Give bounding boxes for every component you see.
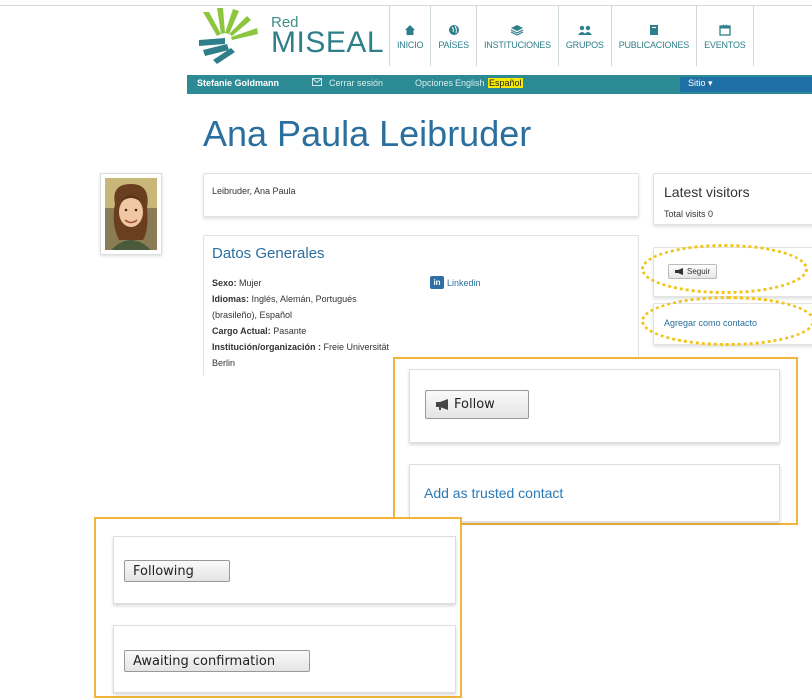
- follow-card: Follow: [409, 369, 780, 443]
- total-visits: Total visits 0: [664, 209, 714, 219]
- linkedin-label: Linkedin: [447, 277, 481, 288]
- lang-spanish-link[interactable]: Español: [488, 78, 523, 88]
- fullname-line: Leibruder, Ana Paula: [212, 186, 296, 196]
- general-data-title: Datos Generales: [212, 245, 325, 262]
- fullname-card: Leibruder, Ana Paula: [203, 173, 639, 217]
- visitors-title: Latest visitors: [664, 184, 750, 200]
- position-value: Pasante: [273, 326, 307, 336]
- profile-name-title: Ana Paula Leibruder: [203, 113, 532, 154]
- globe-icon: [446, 23, 462, 37]
- group-icon: [577, 23, 593, 37]
- logout-link[interactable]: Cerrar sesión: [329, 78, 383, 88]
- linkedin-link[interactable]: in Linkedin: [430, 276, 481, 289]
- languages-value-cont: (brasileño), Español: [212, 310, 293, 320]
- languages-value: Inglés, Alemán, Portugués: [251, 294, 357, 304]
- site-menu-dropdown[interactable]: Sitio ▾: [680, 77, 812, 92]
- nav-label: INSTITUCIONES: [483, 39, 551, 50]
- mail-icon[interactable]: [312, 78, 322, 88]
- follow-label: Follow: [454, 397, 495, 412]
- nav-publicaciones[interactable]: PUBLICACIONES: [610, 6, 696, 66]
- sex-value: Mujer: [239, 278, 262, 288]
- sex-label: Sexo:: [212, 278, 237, 288]
- add-contact-highlight: [641, 296, 812, 346]
- nav-label: INICIO: [397, 39, 424, 50]
- site-menu-label: Sitio ▾: [688, 78, 713, 88]
- visitors-card: Latest visitors Total visits 0: [653, 173, 812, 225]
- following-card: Following: [113, 536, 456, 604]
- institution-row: Institución/organización : Freie Univers…: [212, 342, 389, 352]
- main-nav: INICIO PAÍSES INSTITUCIONES GRUPOS PUBLI…: [389, 6, 754, 66]
- awaiting-card: Awaiting confirmation: [113, 625, 456, 693]
- red-miseal-logo[interactable]: Red MISEAL: [195, 6, 385, 66]
- home-icon: [402, 23, 418, 37]
- options-link[interactable]: Opciones: [415, 78, 453, 88]
- linkedin-icon: in: [430, 276, 444, 289]
- add-trusted-contact-link[interactable]: Add as trusted contact: [424, 485, 563, 501]
- follow-states-overlay: Following Awaiting confirmation: [94, 517, 462, 698]
- nav-inicio[interactable]: INICIO: [389, 6, 430, 66]
- nav-instituciones[interactable]: INSTITUCIONES: [475, 6, 558, 66]
- nav-label: PAÍSES: [438, 39, 469, 50]
- institution-value-cont: Berlin: [212, 358, 236, 368]
- general-data-card: Datos Generales Sexo: Mujer Idiomas: Ing…: [203, 235, 639, 376]
- lang-english-link[interactable]: English: [455, 78, 485, 88]
- languages-row: Idiomas: Inglés, Alemán, Portugués: [212, 294, 357, 304]
- profile-photo: [105, 178, 157, 250]
- position-row: Cargo Actual: Pasante: [212, 326, 306, 336]
- megaphone-icon: [436, 399, 450, 410]
- username-link[interactable]: Stefanie Goldmann: [197, 78, 279, 88]
- nav-label: EVENTOS: [704, 39, 746, 50]
- sex-row: Sexo: Mujer: [212, 278, 262, 288]
- english-buttons-overlay: Follow Add as trusted contact: [393, 357, 798, 525]
- follow-button[interactable]: Follow: [425, 390, 529, 419]
- nav-paises[interactable]: PAÍSES: [430, 6, 476, 66]
- awaiting-confirmation-button[interactable]: Awaiting confirmation: [124, 650, 310, 672]
- layers-icon: [509, 23, 525, 37]
- nav-grupos[interactable]: GRUPOS: [557, 6, 611, 66]
- position-label: Cargo Actual:: [212, 326, 271, 336]
- following-label: Following: [133, 563, 194, 579]
- avatar: [100, 173, 162, 255]
- nav-label: GRUPOS: [565, 39, 604, 50]
- nav-label: PUBLICACIONES: [618, 39, 690, 50]
- awaiting-label: Awaiting confirmation: [133, 653, 276, 669]
- languages-row-cont: (brasileño), Español: [212, 310, 292, 320]
- calendar-icon: [717, 23, 733, 37]
- languages-label: Idiomas:: [212, 294, 250, 304]
- institution-value: Freie Universität: [323, 342, 390, 352]
- add-trusted-card: Add as trusted contact: [409, 464, 780, 522]
- follow-highlight: [641, 244, 808, 294]
- nav-eventos[interactable]: EVENTOS: [696, 6, 754, 66]
- institution-row-cont: Berlin: [212, 358, 235, 368]
- institution-label: Institución/organización :: [212, 342, 322, 352]
- logo-leaf-icon: [199, 8, 258, 64]
- following-button[interactable]: Following: [124, 560, 230, 582]
- book-icon: [646, 23, 662, 37]
- logo-miseal-text: MISEAL: [271, 26, 385, 59]
